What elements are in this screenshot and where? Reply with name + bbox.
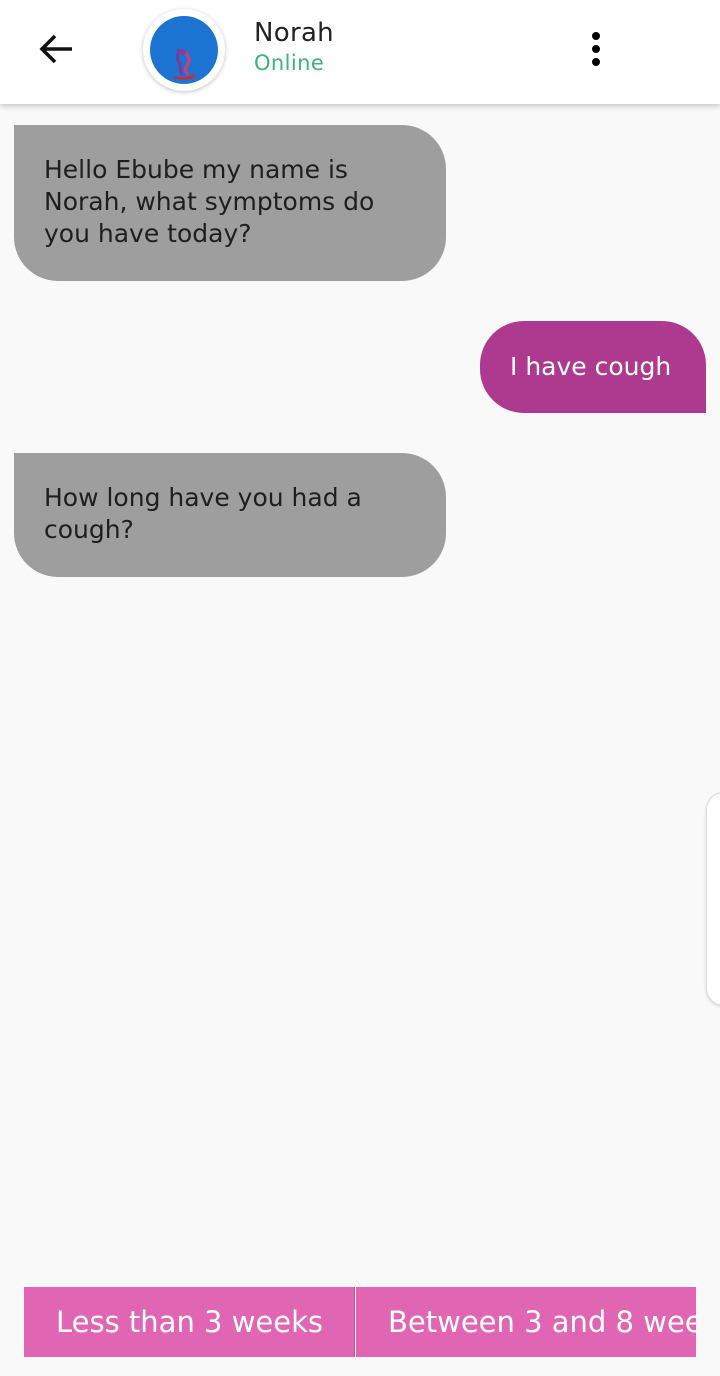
- contact-status: Online: [254, 51, 325, 75]
- back-button[interactable]: [30, 27, 82, 71]
- quick-reply-between-3-and-8-weeks[interactable]: Between 3 and 8 weeks: [356, 1287, 696, 1357]
- user-message-bubble: I have cough: [480, 321, 706, 413]
- more-vertical-icon: [592, 32, 600, 40]
- more-options-button[interactable]: [576, 26, 616, 72]
- avatar[interactable]: [143, 9, 225, 91]
- contact-name: Norah: [254, 18, 334, 48]
- bot-message-bubble: How long have you had a cough?: [14, 453, 446, 577]
- arrow-left-icon: [39, 34, 72, 64]
- bot-message-bubble: Hello Ebube my name is Norah, what sympt…: [14, 125, 446, 281]
- avatar-image: [150, 16, 218, 84]
- app-bar: Norah Online: [0, 0, 720, 104]
- side-panel-edge[interactable]: [706, 792, 720, 1006]
- quick-reply-less-than-3-weeks[interactable]: Less than 3 weeks: [24, 1287, 355, 1357]
- quick-replies: Less than 3 weeks Between 3 and 8 weeks: [24, 1287, 696, 1357]
